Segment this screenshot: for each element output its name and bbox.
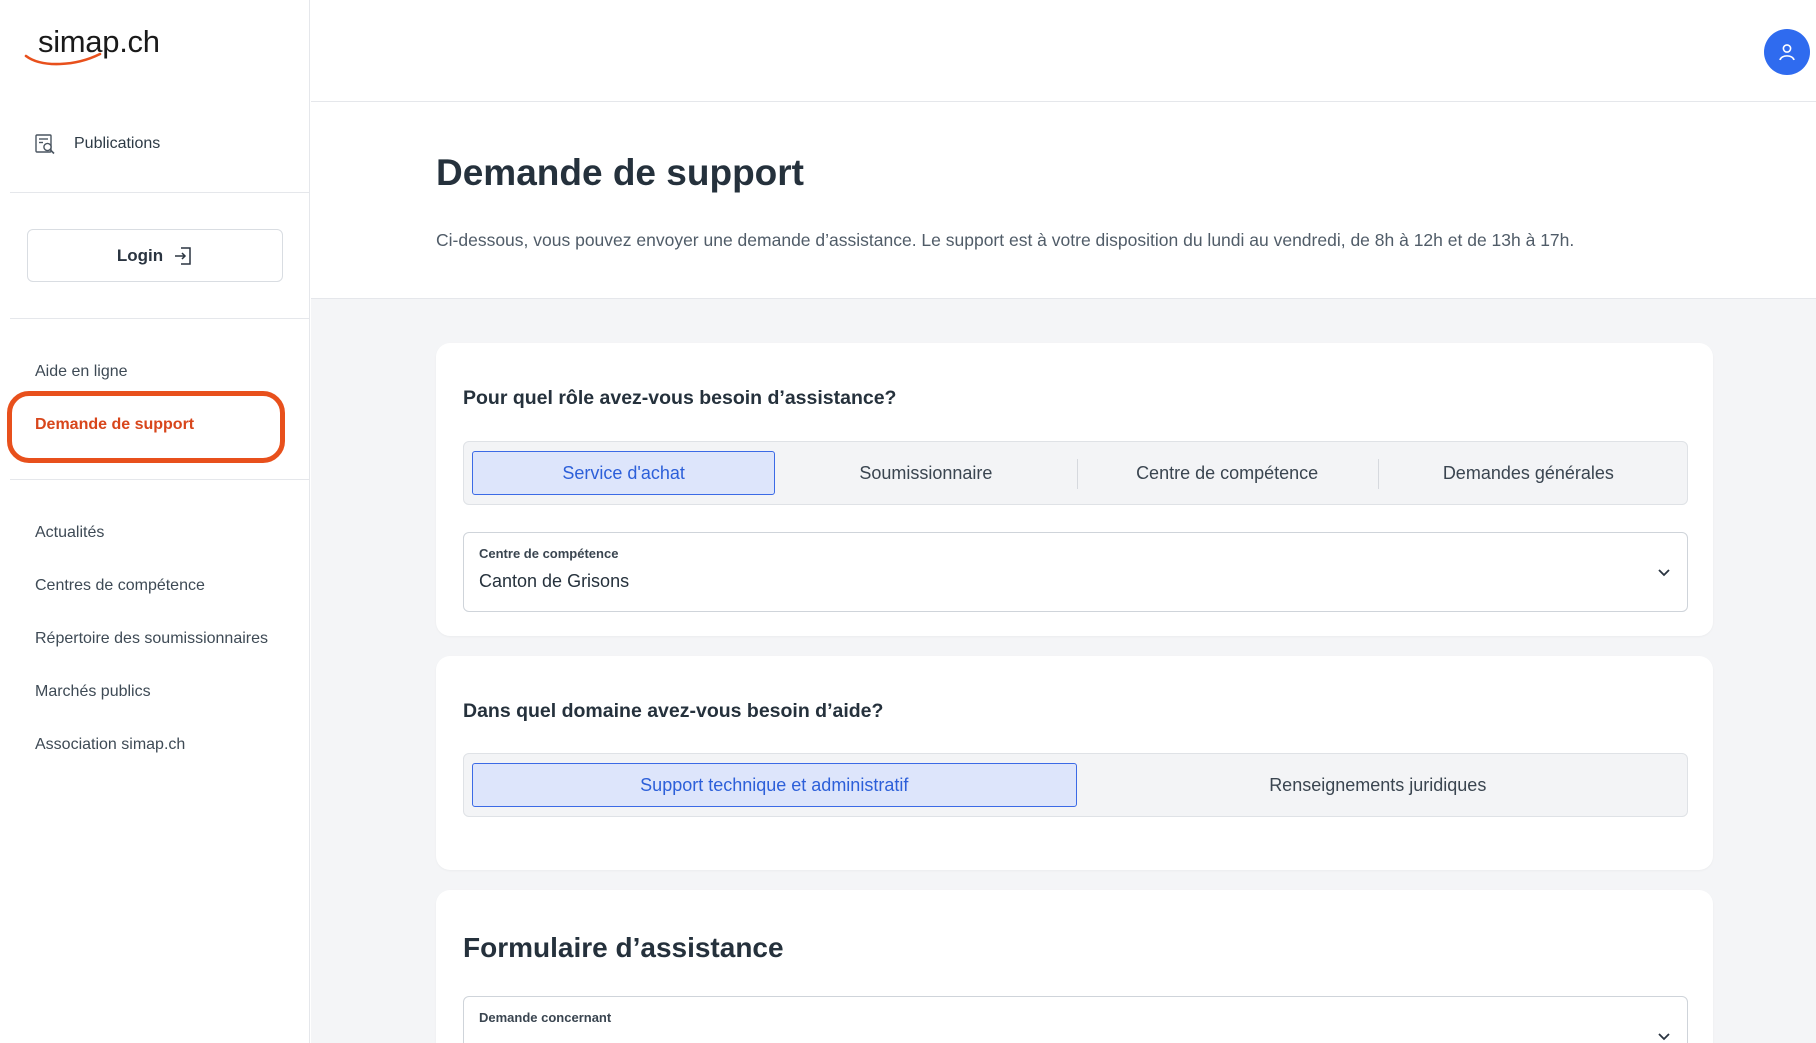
role-option-centre-competence[interactable]: Centre de compétence: [1076, 451, 1378, 495]
sidebar-divider: [10, 192, 310, 193]
login-icon: [175, 246, 191, 265]
sidebar: simap.ch Publications Login Aide en lign…: [0, 0, 310, 1043]
domain-question: Dans quel domaine avez-vous besoin d’aid…: [463, 700, 884, 722]
page-header: Demande de support Ci-dessous, vous pouv…: [311, 102, 1816, 299]
assistance-form-card: Formulaire d’assistance Demande concerna…: [436, 890, 1713, 1043]
login-button[interactable]: Login: [27, 229, 283, 282]
page-description: Ci-dessous, vous pouvez envoyer une dema…: [436, 230, 1575, 250]
simap-logo[interactable]: simap.ch: [24, 22, 184, 74]
sidebar-item-actualites[interactable]: Actualités: [35, 524, 104, 542]
top-bar: [311, 0, 1816, 102]
domain-option-renseignements-juridiques[interactable]: Renseignements juridiques: [1077, 763, 1680, 807]
sidebar-item-association[interactable]: Association simap.ch: [35, 736, 185, 754]
user-icon: [1779, 44, 1795, 61]
select-value: Canton de Grisons: [479, 571, 630, 591]
demande-concernant-select[interactable]: Demande concernant: [463, 996, 1688, 1043]
sidebar-item-aide-en-ligne[interactable]: Aide en ligne: [35, 363, 128, 381]
sidebar-item-label: Publications: [74, 135, 161, 152]
login-label: Login: [116, 245, 164, 265]
main-content: Demande de support Ci-dessous, vous pouv…: [311, 0, 1816, 1043]
role-option-service-achat[interactable]: Service d'achat: [472, 451, 776, 495]
domain-option-support-technique[interactable]: Support technique et administratif: [472, 763, 1077, 807]
domain-segmented-control: Support technique et administratif Rense…: [463, 753, 1688, 817]
sidebar-item-publications[interactable]: Publications: [34, 133, 160, 155]
publications-search-icon: [34, 133, 56, 155]
domain-card: Dans quel domaine avez-vous besoin d’aid…: [436, 656, 1713, 870]
role-option-demandes-generales[interactable]: Demandes générales: [1377, 451, 1679, 495]
centre-competence-select[interactable]: Centre de compétence Canton de Grisons: [463, 532, 1688, 612]
sidebar-item-repertoire-soumissionnaires[interactable]: Répertoire des soumissionnaires: [35, 630, 268, 648]
sidebar-divider: [10, 479, 310, 480]
sidebar-divider: [10, 318, 310, 319]
user-avatar-button[interactable]: [1764, 29, 1810, 75]
role-segmented-control: Service d'achat Soumissionnaire Centre d…: [463, 441, 1688, 505]
select-label: Centre de compétence: [479, 546, 619, 561]
chevron-down-icon: [1658, 569, 1670, 577]
form-title: Formulaire d’assistance: [463, 932, 784, 963]
sidebar-item-marches-publics[interactable]: Marchés publics: [35, 683, 151, 701]
role-option-soumissionnaire[interactable]: Soumissionnaire: [775, 451, 1076, 495]
sidebar-item-centres-de-competence[interactable]: Centres de compétence: [35, 577, 205, 595]
role-question: Pour quel rôle avez-vous besoin d’assist…: [463, 387, 897, 409]
logo-swoosh-icon: [24, 52, 102, 66]
page-title: Demande de support: [436, 152, 804, 193]
chevron-down-icon: [1658, 1033, 1670, 1041]
role-card: Pour quel rôle avez-vous besoin d’assist…: [436, 343, 1713, 636]
select-label: Demande concernant: [479, 1010, 612, 1025]
sidebar-item-demande-de-support[interactable]: Demande de support: [35, 416, 194, 434]
